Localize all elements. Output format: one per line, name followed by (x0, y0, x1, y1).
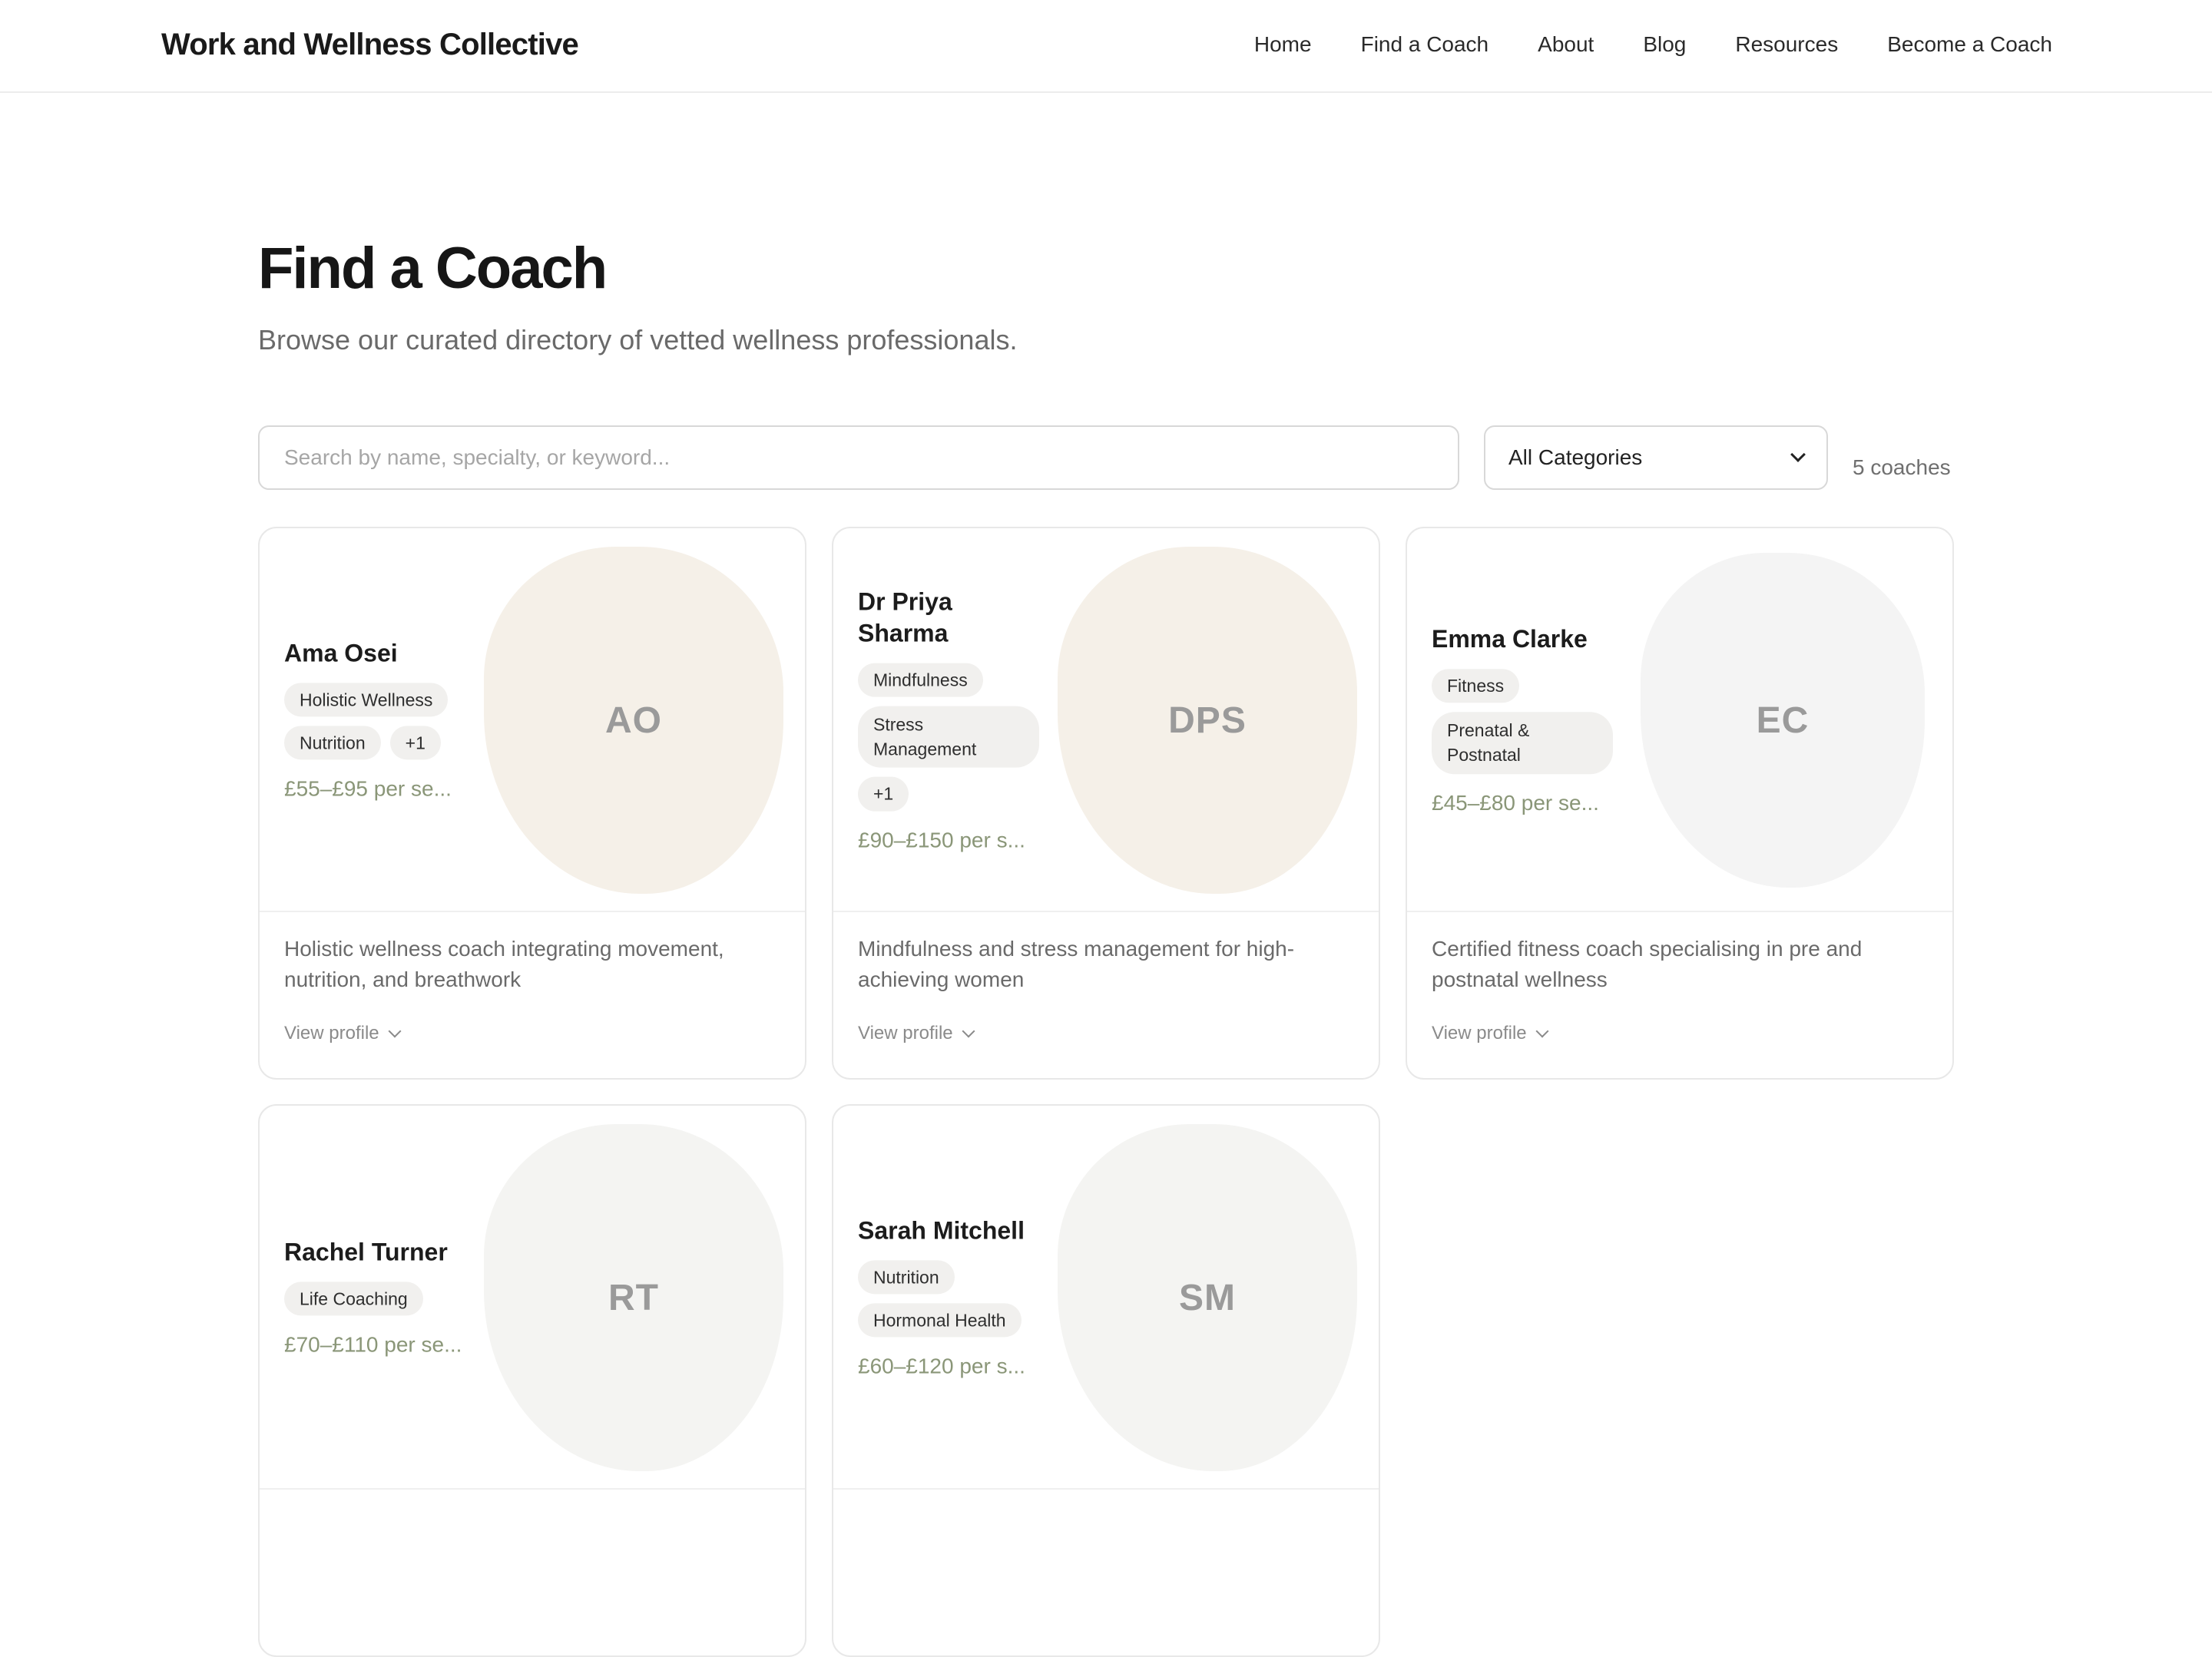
specialty-tag: Nutrition (284, 726, 381, 760)
nav-resources[interactable]: Resources (1735, 32, 1838, 57)
card-header: Sarah Mitchell Nutrition Hormonal Health… (833, 1106, 1379, 1490)
avatar: AO (484, 547, 783, 894)
avatar-initials: RT (608, 1277, 659, 1318)
more-tags-badge: +1 (389, 726, 441, 760)
card-header: Rachel Turner Life Coaching £70–£110 per… (260, 1106, 805, 1490)
coach-name: Rachel Turner (284, 1238, 448, 1266)
site-header: Work and Wellness Collective Home Find a… (0, 0, 2212, 93)
main-nav: Home Find a Coach About Blog Resources B… (1254, 32, 2052, 57)
nav-blog[interactable]: Blog (1643, 32, 1686, 57)
coach-name: Ama Osei (284, 639, 398, 667)
view-profile-button[interactable]: View profile (1432, 1023, 1549, 1044)
view-profile-button[interactable]: View profile (284, 1023, 402, 1044)
view-profile-label: View profile (284, 1023, 379, 1043)
card-header: Ama Osei Holistic Wellness Nutrition +1 … (260, 528, 805, 912)
specialty-tag: Fitness (1432, 669, 1520, 703)
chevron-down-icon (388, 1024, 402, 1038)
coach-name: Emma Clarke (1432, 625, 1588, 653)
nav-become-a-coach[interactable]: Become a Coach (1887, 32, 2052, 57)
more-tags-badge: +1 (858, 777, 909, 812)
tag-list: Mindfulness Stress Management +1 (858, 663, 1059, 812)
price-range: £90–£150 per s... (858, 828, 1025, 852)
avatar: SM (1058, 1124, 1357, 1471)
search-input[interactable] (258, 425, 1459, 490)
chevron-down-icon (962, 1024, 975, 1038)
coach-info: Sarah Mitchell Nutrition Hormonal Health… (858, 1215, 1059, 1378)
tag-list: Holistic Wellness Nutrition +1 (284, 683, 485, 760)
coach-name: Sarah Mitchell (858, 1216, 1025, 1245)
specialty-tag: Mindfulness (858, 663, 983, 697)
view-profile-label: View profile (858, 1023, 953, 1043)
coach-card[interactable]: Sarah Mitchell Nutrition Hormonal Health… (832, 1104, 1380, 1657)
avatar: RT (484, 1124, 783, 1471)
coach-name: Dr Priya Sharma (858, 587, 952, 647)
coach-card[interactable]: Emma Clarke Fitness Prenatal & Postnatal… (1406, 527, 1954, 1080)
coach-card[interactable]: Rachel Turner Life Coaching £70–£110 per… (258, 1104, 806, 1657)
tag-list: Nutrition Hormonal Health (858, 1260, 1059, 1338)
avatar-initials: AO (605, 700, 662, 741)
avatar-initials: EC (1756, 700, 1810, 741)
price-range: £60–£120 per s... (858, 1354, 1025, 1378)
coach-count: 5 coaches (1853, 455, 1951, 479)
avatar-initials: DPS (1168, 700, 1247, 741)
brand-logo[interactable]: Work and Wellness Collective (161, 28, 579, 62)
coach-card[interactable]: Dr Priya Sharma Mindfulness Stress Manag… (832, 527, 1380, 1080)
nav-home[interactable]: Home (1254, 32, 1312, 57)
coach-info: Rachel Turner Life Coaching £70–£110 per… (284, 1236, 485, 1357)
card-header: Dr Priya Sharma Mindfulness Stress Manag… (833, 528, 1379, 912)
view-profile-button[interactable]: View profile (858, 1023, 975, 1044)
nav-find-a-coach[interactable]: Find a Coach (1361, 32, 1489, 57)
price-range: £55–£95 per se... (284, 776, 452, 801)
tag-list: Life Coaching (284, 1282, 485, 1316)
chevron-down-icon (1790, 447, 1806, 462)
specialty-tag: Holistic Wellness (284, 683, 449, 717)
specialty-tag: Life Coaching (284, 1282, 423, 1316)
price-range: £70–£110 per se... (284, 1332, 462, 1357)
price-range: £45–£80 per se... (1432, 790, 1599, 815)
page-subtitle: Browse our curated directory of vetted w… (258, 324, 1018, 356)
coach-description: Certified fitness coach specialising in … (1432, 937, 1863, 991)
coach-card[interactable]: Ama Osei Holistic Wellness Nutrition +1 … (258, 527, 806, 1080)
avatar: DPS (1058, 547, 1357, 894)
page-title: Find a Coach (258, 236, 608, 301)
specialty-tag: Hormonal Health (858, 1303, 1022, 1338)
coach-description: Mindfulness and stress management for hi… (858, 937, 1295, 991)
specialty-tag: Stress Management (858, 706, 1039, 769)
specialty-tag: Prenatal & Postnatal (1432, 712, 1613, 774)
category-select-value: All Categories (1508, 445, 1643, 469)
nav-about[interactable]: About (1538, 32, 1594, 57)
category-select[interactable]: All Categories (1484, 425, 1828, 490)
chevron-down-icon (1535, 1024, 1549, 1038)
coach-info: Emma Clarke Fitness Prenatal & Postnatal… (1432, 623, 1633, 815)
coach-info: Ama Osei Holistic Wellness Nutrition +1 … (284, 637, 485, 801)
view-profile-label: View profile (1432, 1023, 1527, 1043)
coach-info: Dr Priya Sharma Mindfulness Stress Manag… (858, 587, 1059, 853)
coach-description: Holistic wellness coach integrating move… (284, 937, 724, 991)
avatar: EC (1641, 553, 1925, 888)
specialty-tag: Nutrition (858, 1260, 955, 1295)
tag-list: Fitness Prenatal & Postnatal (1432, 669, 1633, 774)
avatar-initials: SM (1179, 1277, 1236, 1318)
card-header: Emma Clarke Fitness Prenatal & Postnatal… (1407, 528, 1952, 912)
